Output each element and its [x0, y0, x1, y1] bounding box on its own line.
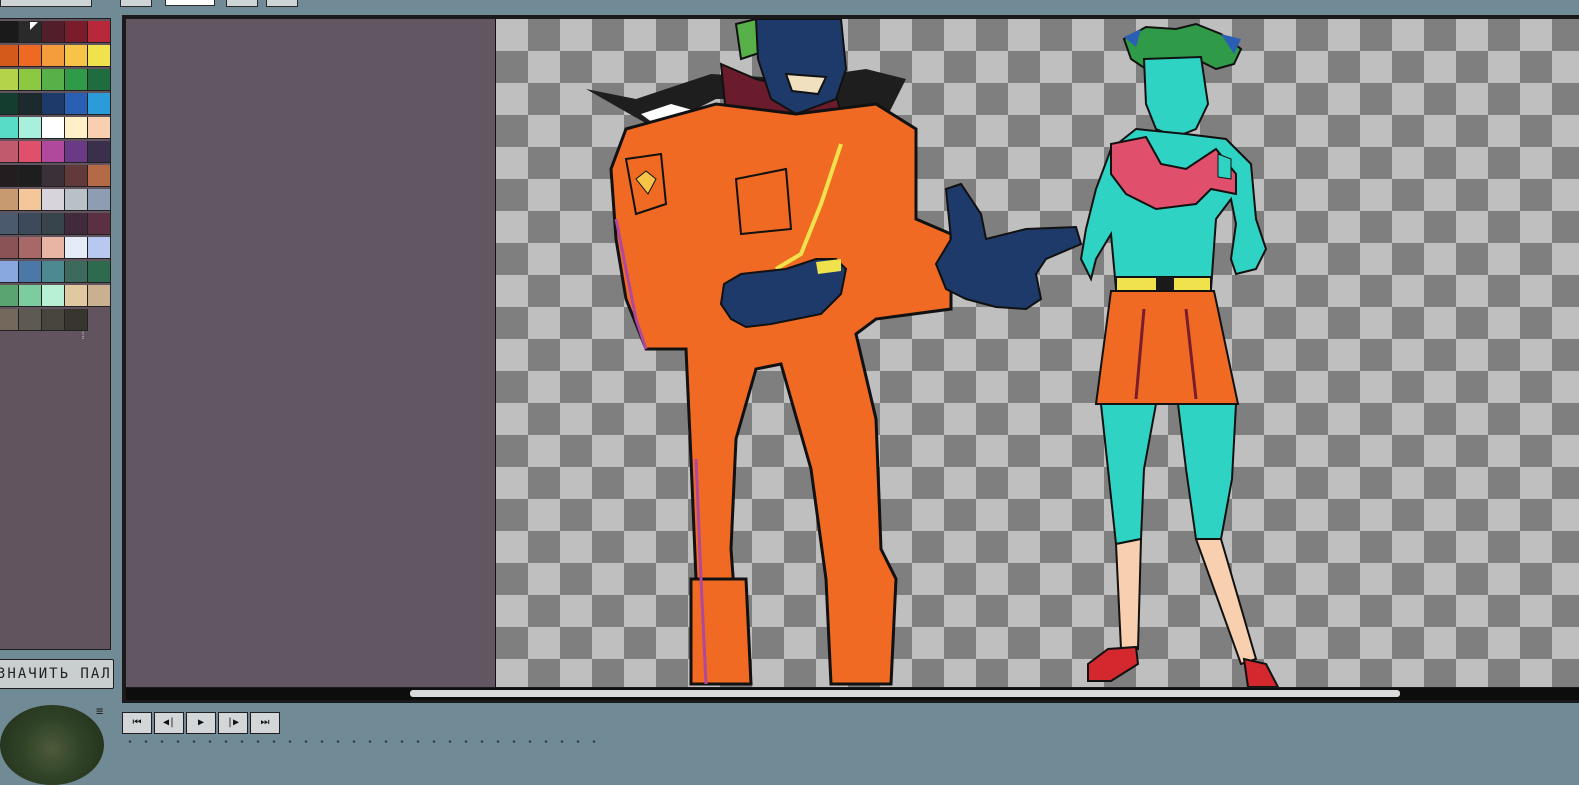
palette-swatch[interactable] — [0, 69, 19, 91]
canvas-workspace[interactable] — [126, 19, 1579, 687]
menu-icon[interactable]: ≡ — [96, 704, 103, 718]
palette-swatch[interactable] — [65, 93, 88, 115]
prev-frame-button[interactable]: ◀| — [154, 712, 184, 734]
soldier-figure — [586, 19, 1083, 686]
palette-swatch[interactable] — [65, 189, 88, 211]
palette-swatch[interactable] — [42, 45, 65, 67]
palette-swatch[interactable] — [88, 261, 111, 283]
palette-swatch[interactable] — [19, 285, 42, 307]
palette-swatch[interactable] — [42, 285, 65, 307]
palette-swatch[interactable] — [0, 117, 19, 139]
palette-swatch[interactable] — [65, 213, 88, 235]
palette-swatch[interactable] — [42, 117, 65, 139]
palette-swatch[interactable] — [65, 165, 88, 187]
palette-swatch[interactable] — [19, 141, 42, 163]
palette-swatch[interactable] — [0, 213, 19, 235]
palette-swatch[interactable] — [88, 45, 111, 67]
palette-swatch[interactable] — [42, 237, 65, 259]
palette-swatch[interactable] — [88, 189, 111, 211]
play-button[interactable]: ▶ — [186, 712, 216, 734]
palette-swatch[interactable] — [65, 261, 88, 283]
palette-swatch[interactable] — [65, 21, 88, 43]
palette-swatch[interactable] — [88, 285, 111, 307]
palette-swatch[interactable] — [88, 165, 111, 187]
color-wheel[interactable] — [0, 705, 104, 785]
palette-swatch[interactable] — [0, 261, 19, 283]
palette-swatch[interactable] — [0, 189, 19, 211]
palette-swatch[interactable] — [19, 261, 42, 283]
palette-swatch[interactable] — [42, 189, 65, 211]
palette-swatch[interactable] — [88, 117, 111, 139]
palette-swatch[interactable] — [42, 261, 65, 283]
palette-swatch[interactable] — [42, 21, 65, 43]
palette-swatch[interactable] — [42, 213, 65, 235]
toolbar-input[interactable] — [165, 0, 215, 6]
palette-swatch[interactable] — [65, 237, 88, 259]
toolbar-button[interactable] — [266, 0, 298, 7]
character-artwork — [586, 19, 1280, 687]
palette-swatch[interactable] — [88, 69, 111, 91]
top-toolbar — [0, 0, 1579, 8]
artboard[interactable] — [495, 19, 1579, 687]
selected-swatch-marker — [30, 22, 38, 30]
palette-swatch[interactable] — [65, 285, 88, 307]
horizontal-scrollbar[interactable] — [126, 688, 1579, 700]
toolbar-button[interactable] — [226, 0, 258, 7]
palette-swatch[interactable] — [0, 165, 19, 187]
palette-swatch[interactable] — [19, 69, 42, 91]
first-frame-button[interactable]: ⏮ — [122, 712, 152, 734]
palette-swatch[interactable] — [88, 21, 111, 43]
palette-swatch[interactable] — [19, 237, 42, 259]
assign-palette-button[interactable]: ЗНАЧИТЬ ПАЛЕ — [0, 659, 114, 689]
palette-swatch[interactable] — [42, 93, 65, 115]
palette-swatch[interactable] — [88, 141, 111, 163]
palette-swatch[interactable] — [0, 285, 19, 307]
girl-figure — [1079, 22, 1280, 687]
palette-panel: ⁞ — [0, 18, 111, 650]
palette-swatch[interactable] — [0, 21, 19, 43]
toolbar-button[interactable] — [120, 0, 152, 7]
palette-swatch[interactable] — [19, 189, 42, 211]
toolbar-button-group[interactable] — [0, 0, 92, 7]
palette-swatch[interactable] — [65, 69, 88, 91]
palette-swatch[interactable] — [88, 237, 111, 259]
scrollbar-thumb[interactable] — [410, 690, 1400, 697]
palette-swatch[interactable] — [19, 213, 42, 235]
palette-swatch[interactable] — [65, 141, 88, 163]
palette-swatch[interactable] — [42, 69, 65, 91]
palette-swatch[interactable] — [19, 165, 42, 187]
palette-swatch[interactable] — [0, 309, 19, 331]
palette-swatch[interactable] — [19, 117, 42, 139]
palette-swatch[interactable] — [19, 45, 42, 67]
palette-swatch[interactable] — [65, 45, 88, 67]
palette-swatch[interactable] — [42, 165, 65, 187]
last-frame-button[interactable]: ⏭ — [250, 712, 280, 734]
palette-swatch[interactable] — [0, 45, 19, 67]
palette-swatch[interactable] — [42, 309, 65, 331]
palette-swatch[interactable] — [88, 93, 111, 115]
palette-swatch[interactable] — [88, 213, 111, 235]
palette-swatch[interactable] — [0, 93, 19, 115]
palette-swatch[interactable] — [19, 93, 42, 115]
timeline-track[interactable] — [122, 740, 602, 743]
palette-swatch[interactable] — [0, 141, 19, 163]
next-frame-button[interactable]: |▶ — [218, 712, 248, 734]
palette-swatch[interactable] — [19, 309, 42, 331]
palette-swatch[interactable] — [0, 237, 19, 259]
palette-resize-grip-icon[interactable]: ⁞ — [80, 331, 86, 343]
palette-swatch[interactable] — [42, 141, 65, 163]
palette-swatch[interactable] — [65, 309, 88, 331]
palette-swatch[interactable] — [65, 117, 88, 139]
